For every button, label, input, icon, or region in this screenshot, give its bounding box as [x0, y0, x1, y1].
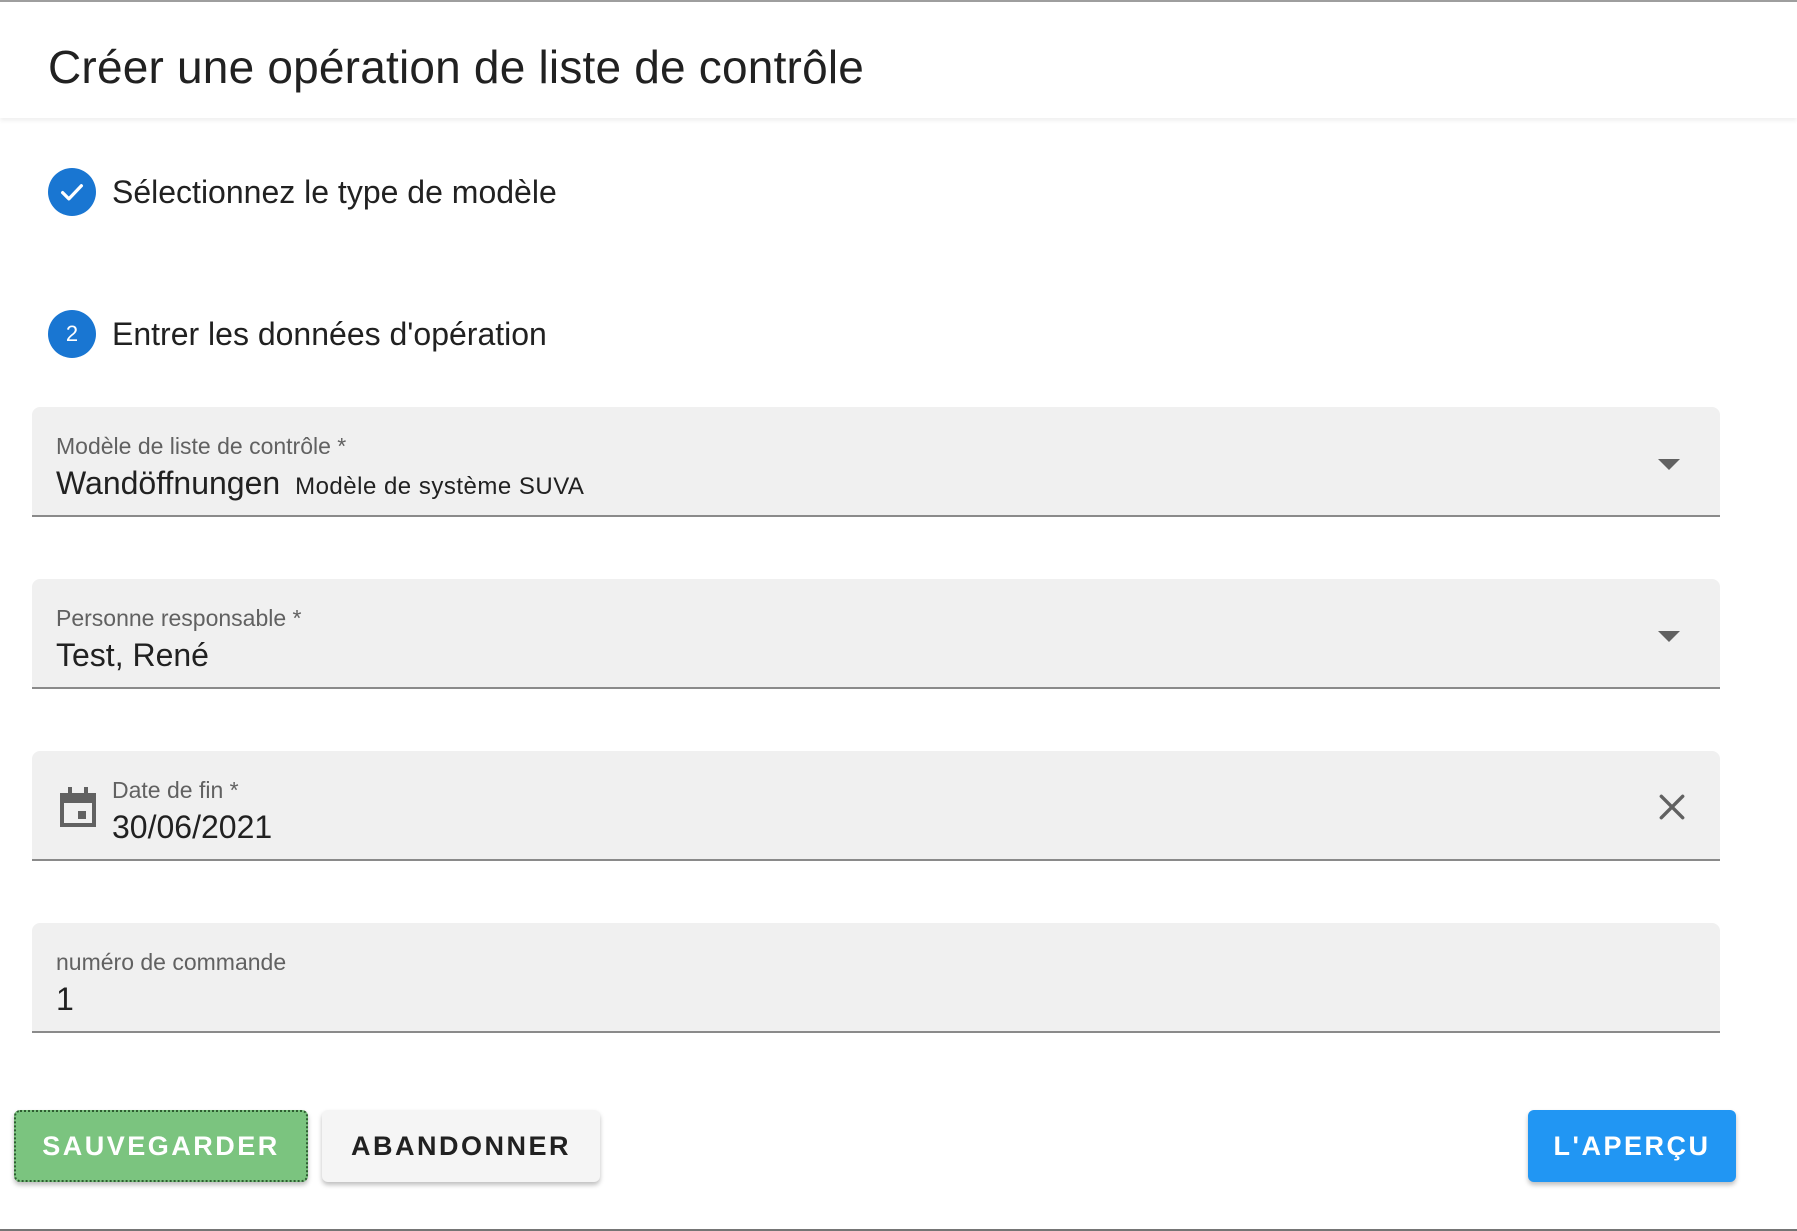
template-select-label: Modèle de liste de contrôle *: [56, 433, 347, 459]
close-icon[interactable]: [1656, 791, 1688, 823]
end-date-field[interactable]: Date de fin * 30/06/2021: [32, 751, 1720, 861]
step-label: Entrer les données d'opération: [112, 315, 547, 352]
order-number-field[interactable]: numéro de commande 1: [32, 923, 1720, 1033]
calendar-icon[interactable]: [58, 787, 98, 829]
end-date-label: Date de fin *: [112, 777, 239, 803]
order-number-label: numéro de commande: [56, 949, 287, 975]
save-button[interactable]: SAUVEGARDER: [14, 1110, 308, 1182]
template-select[interactable]: Modèle de liste de contrôle * Wandöffnun…: [32, 407, 1720, 517]
template-subtitle: Modèle de système SUVA: [295, 473, 585, 500]
end-date-value: 30/06/2021: [112, 809, 273, 845]
order-number-value[interactable]: 1: [56, 981, 74, 1018]
step-completed-badge: [48, 168, 96, 216]
preview-button[interactable]: L'APERÇU: [1528, 1110, 1736, 1182]
step-number-badge: 2: [48, 310, 96, 358]
step-enter-operation-data[interactable]: 2 Entrer les données d'opération: [48, 310, 547, 358]
template-name: Wandöffnungen: [56, 465, 281, 501]
create-checklist-operation-dialog: Créer une opération de liste de contrôle…: [0, 0, 1797, 1231]
dialog-title: Créer une opération de liste de contrôle: [48, 41, 865, 93]
responsible-person-label: Personne responsable *: [56, 605, 302, 631]
chevron-down-icon[interactable]: [1658, 459, 1680, 470]
template-select-value: Wandöffnungen Modèle de système SUVA: [56, 465, 584, 502]
responsible-person-select[interactable]: Personne responsable * Test, René: [32, 579, 1720, 689]
step-select-template-type[interactable]: Sélectionnez le type de modèle: [48, 168, 557, 216]
responsible-person-value: Test, René: [56, 637, 209, 673]
check-icon: [61, 184, 83, 201]
cancel-button[interactable]: ABANDONNER: [322, 1110, 600, 1182]
step-label: Sélectionnez le type de modèle: [112, 173, 557, 210]
dialog-header: Créer une opération de liste de contrôle: [0, 2, 1797, 118]
chevron-down-icon[interactable]: [1658, 631, 1680, 642]
